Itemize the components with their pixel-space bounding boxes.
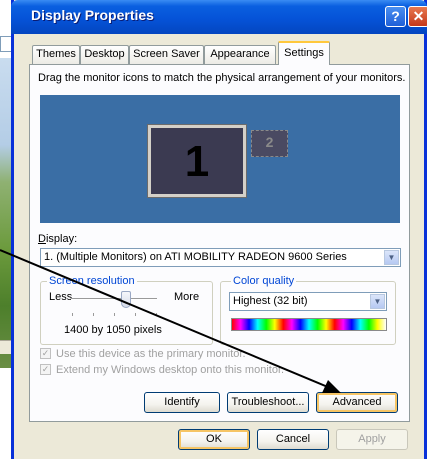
troubleshoot-button[interactable]: Troubleshoot... — [227, 392, 309, 413]
monitor-2-icon[interactable]: 2 — [251, 130, 288, 157]
ok-button[interactable]: OK — [178, 429, 250, 450]
help-button[interactable]: ? — [385, 6, 406, 27]
identify-button[interactable]: Identify — [144, 392, 220, 413]
extend-desktop-checkbox[interactable]: ✓ — [40, 364, 51, 375]
primary-monitor-label: Use this device as the primary monitor. — [56, 348, 246, 360]
tab-appearance[interactable]: Appearance — [204, 45, 276, 64]
close-icon: ✕ — [412, 8, 425, 24]
title-bar[interactable]: Display Properties ? ✕ — [11, 0, 427, 34]
color-spectrum-preview — [231, 318, 387, 331]
slider-tick — [93, 313, 94, 316]
tab-desktop[interactable]: Desktop — [80, 45, 129, 64]
monitor-1-icon[interactable]: 1 — [148, 125, 246, 197]
help-icon: ? — [391, 8, 400, 24]
color-quality-select[interactable]: Highest (32 bit) ▼ — [229, 292, 387, 311]
color-quality-group: Color quality — [220, 275, 396, 345]
color-quality-value: Highest (32 bit) — [233, 295, 308, 307]
tab-themes[interactable]: Themes — [32, 45, 80, 64]
resolution-slider-track[interactable] — [71, 298, 157, 300]
tab-screen-saver[interactable]: Screen Saver — [129, 45, 204, 64]
display-select-value: 1. (Multiple Monitors) on ATI MOBILITY R… — [44, 251, 347, 263]
more-label: More — [174, 291, 200, 303]
screen-resolution-label: Screen resolution — [47, 275, 137, 287]
resolution-value: 1400 by 1050 pixels — [64, 324, 162, 336]
monitor-1-number: 1 — [184, 137, 210, 186]
display-label-rest: isplay: — [45, 233, 78, 245]
chevron-down-icon[interactable]: ▼ — [370, 294, 385, 309]
color-quality-label: Color quality — [231, 275, 297, 287]
less-label: Less — [49, 291, 73, 303]
tab-settings[interactable]: Settings — [278, 41, 330, 65]
display-label: Display: — [38, 233, 78, 245]
slider-tick — [114, 313, 115, 316]
slider-tick — [72, 313, 73, 316]
extend-desktop-label: Extend my Windows desktop onto this moni… — [56, 364, 285, 376]
window-title: Display Properties — [31, 7, 154, 23]
cancel-button[interactable]: Cancel — [257, 429, 329, 450]
primary-monitor-checkbox[interactable]: ✓ — [40, 348, 51, 359]
resolution-slider-thumb[interactable] — [121, 291, 131, 308]
display-select[interactable]: 1. (Multiple Monitors) on ATI MOBILITY R… — [40, 248, 401, 267]
monitor-2-number: 2 — [265, 134, 274, 150]
close-button[interactable]: ✕ — [408, 6, 427, 27]
advanced-button[interactable]: Advanced — [316, 392, 398, 413]
instruction-text: Drag the monitor icons to match the phys… — [38, 72, 406, 84]
apply-button: Apply — [336, 429, 408, 450]
slider-tick — [156, 313, 157, 316]
chevron-down-icon[interactable]: ▼ — [384, 250, 399, 265]
slider-tick — [135, 313, 136, 316]
